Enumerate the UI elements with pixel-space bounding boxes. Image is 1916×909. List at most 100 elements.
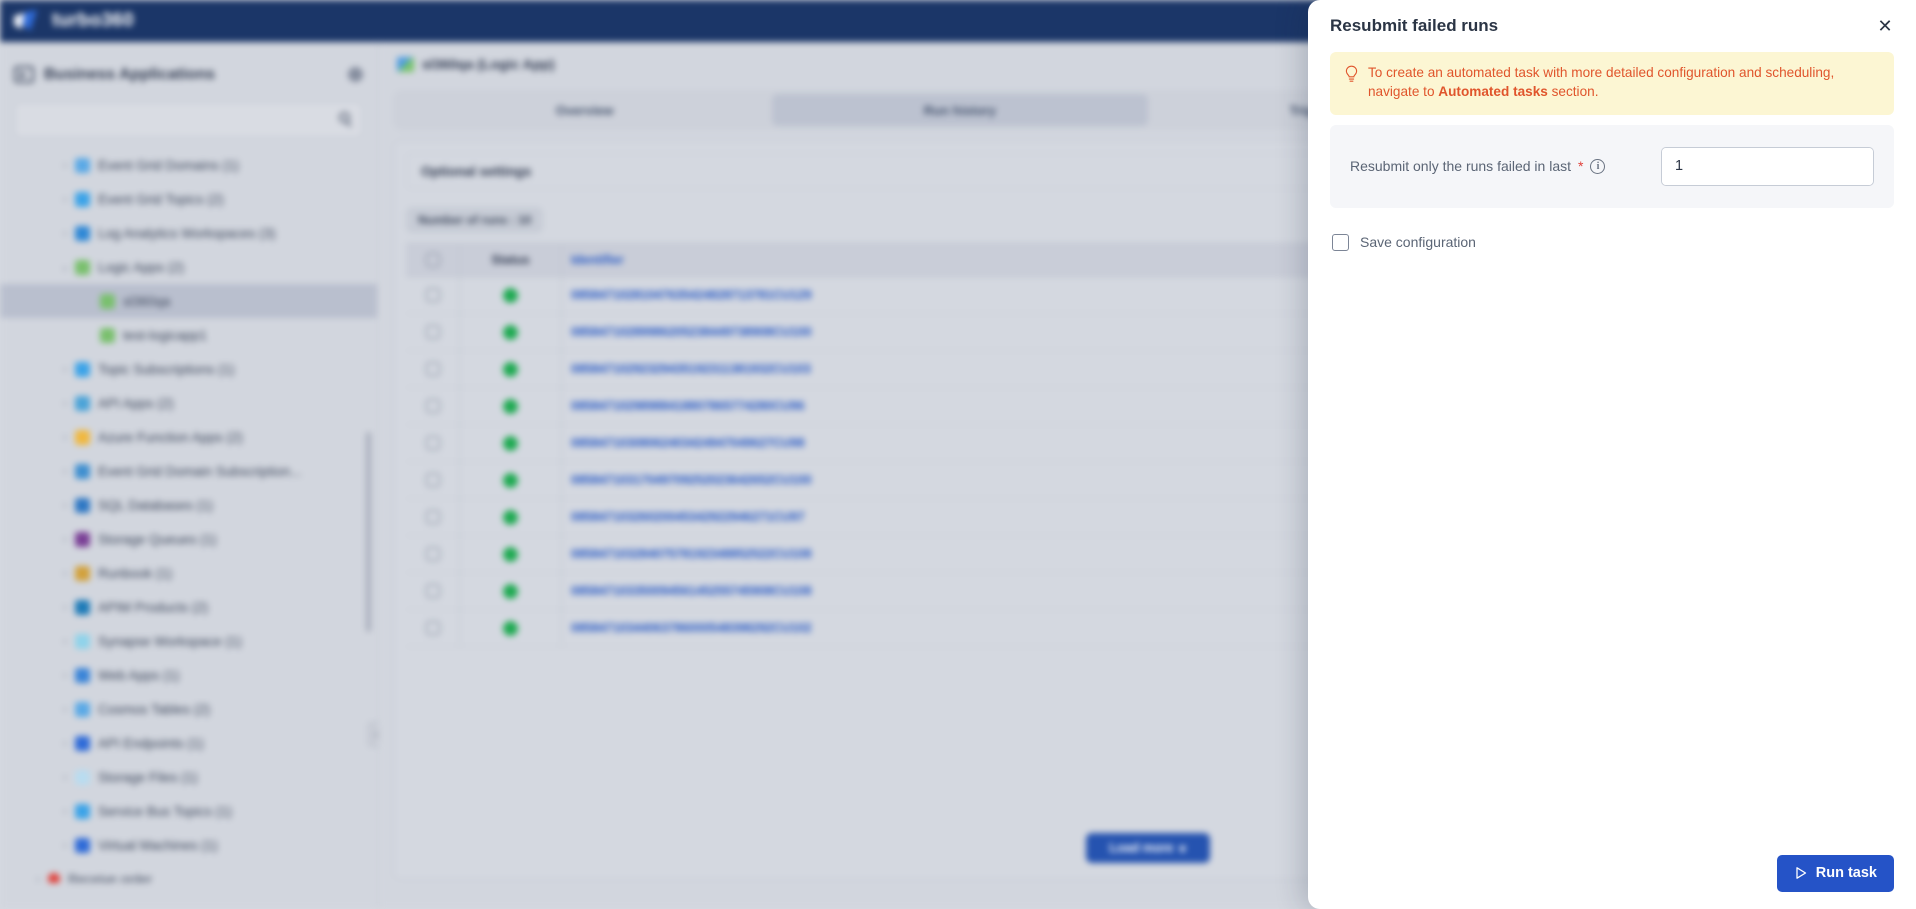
chevron-right-icon[interactable]: › <box>55 398 75 409</box>
run-task-label: Run task <box>1815 865 1877 881</box>
load-more-label: Load more <box>1109 841 1174 855</box>
sidebar-item[interactable]: sl360qa <box>0 284 377 318</box>
run-identifier-link[interactable]: 08584710289986205238449738908CU100 <box>562 325 1032 339</box>
chevron-right-icon[interactable]: › <box>55 534 75 545</box>
chevron-right-icon[interactable]: › <box>55 364 75 375</box>
business-applications-icon <box>14 66 34 83</box>
run-identifier-link[interactable]: 08584710292329435192311381932CU103 <box>562 362 1032 376</box>
resource-type-icon <box>75 225 90 241</box>
run-identifier-link[interactable]: 08584710326020045342922946271CU97 <box>562 510 1032 524</box>
sidebar-item[interactable]: › API Endpoints (1) <box>0 726 377 760</box>
tab-overview[interactable]: Overview <box>397 94 772 126</box>
sidebar-item[interactable]: › Receive order <box>0 862 377 883</box>
sidebar-scrollbar[interactable] <box>366 432 371 632</box>
sidebar-item-label: Virtual Machines (1) <box>98 837 218 853</box>
sidebar-item-label: Event Grid Topics (2) <box>98 191 224 207</box>
status-badge <box>460 287 561 303</box>
chevron-right-icon[interactable]: › <box>55 500 75 511</box>
chevron-right-icon[interactable]: › <box>55 194 75 205</box>
chevron-right-icon[interactable]: › <box>55 772 75 783</box>
sidebar-item[interactable]: › Event Grid Domains (1) <box>0 148 377 182</box>
row-checkbox[interactable] <box>406 510 459 524</box>
sidebar-item[interactable]: › Runbook (1) <box>0 556 377 590</box>
resource-type-icon <box>100 293 115 309</box>
chevron-down-icon: ▾ <box>1179 841 1186 856</box>
sidebar-item[interactable]: › Web Apps (1) <box>0 658 377 692</box>
run-task-button[interactable]: Run task <box>1776 854 1894 892</box>
brand-label: turbo360 <box>52 10 134 31</box>
sidebar-item[interactable]: › Cosmos Tables (2) <box>0 692 377 726</box>
chevron-right-icon[interactable]: › <box>55 840 75 851</box>
chevron-right-icon[interactable]: › <box>55 228 75 239</box>
save-configuration-row[interactable]: Save configuration <box>1330 233 1894 251</box>
chevron-right-icon[interactable]: › <box>55 670 75 681</box>
row-checkbox[interactable] <box>406 399 459 413</box>
sidebar-item-label: Storage Queues (1) <box>98 531 217 547</box>
hours-input[interactable] <box>1662 147 1873 185</box>
run-identifier-link[interactable]: 08584710308062403424947049627CU98 <box>562 436 1032 450</box>
sidebar-item[interactable]: › Log Analytics Workspaces (3) <box>0 216 377 250</box>
row-checkbox[interactable] <box>406 288 459 302</box>
sidebar-item[interactable]: ⌄ Logic Apps (2) <box>0 250 377 284</box>
row-checkbox[interactable] <box>406 362 459 376</box>
info-icon[interactable]: i <box>1590 158 1606 174</box>
sidebar-item[interactable]: › SQL Databases (1) <box>0 488 377 522</box>
gear-icon[interactable] <box>348 67 363 82</box>
sidebar-item[interactable]: › Topic Subscriptions (1) <box>0 352 377 386</box>
status-dot-icon <box>48 873 60 883</box>
sidebar-item[interactable]: › API Apps (2) <box>0 386 377 420</box>
lightbulb-icon <box>1344 65 1359 88</box>
run-identifier-link[interactable]: 08584710344063786000548398292CU102 <box>562 621 1032 635</box>
chevron-right-icon[interactable]: › <box>55 738 75 749</box>
chevron-right-icon[interactable]: › <box>55 602 75 613</box>
chevron-right-icon[interactable]: › <box>55 704 75 715</box>
row-checkbox[interactable] <box>406 547 459 561</box>
sidebar-header: Business Applications <box>0 42 377 90</box>
row-checkbox[interactable] <box>406 325 459 339</box>
chevron-right-icon[interactable]: › <box>55 432 75 443</box>
save-configuration-checkbox[interactable] <box>1332 233 1349 251</box>
chevron-down-icon[interactable]: ⌄ <box>55 262 75 273</box>
sidebar-item[interactable]: › Synapse Workspace (1) <box>0 624 377 658</box>
sidebar-item-label: Event Grid Domain Subscription... <box>98 463 302 479</box>
runs-count-chip: Number of runs : 10 <box>406 207 544 233</box>
run-identifier-link[interactable]: 08584710335009456145255745908CU108 <box>562 584 1032 598</box>
chevron-right-icon[interactable]: › <box>55 568 75 579</box>
select-all-checkbox[interactable] <box>406 253 459 267</box>
sidebar-item[interactable]: test-logicapp1 <box>0 318 377 352</box>
sidebar-item-label: Logic Apps (2) <box>98 259 185 275</box>
run-identifier-link[interactable]: 08584710328407578192348852522CU108 <box>562 547 1032 561</box>
sidebar-item[interactable]: › Storage Queues (1) <box>0 522 377 556</box>
tab-run-history[interactable]: Run history <box>772 94 1148 126</box>
resource-type-icon <box>75 531 90 547</box>
chevron-right-icon[interactable]: › <box>55 806 75 817</box>
field-label-group: Resubmit only the runs failed in last * … <box>1350 158 1606 174</box>
status-badge <box>460 435 561 451</box>
chevron-right-icon[interactable]: › <box>55 636 75 647</box>
sidebar-item[interactable]: › APIM Products (2) <box>0 590 377 624</box>
sidebar-item[interactable]: › Service Bus Topics (1) <box>0 794 377 828</box>
row-checkbox[interactable] <box>406 621 459 635</box>
row-checkbox[interactable] <box>406 584 459 598</box>
chevron-right-icon[interactable]: › <box>55 466 75 477</box>
close-icon[interactable]: ✕ <box>1872 13 1898 39</box>
row-checkbox[interactable] <box>406 436 459 450</box>
row-checkbox[interactable] <box>406 473 459 487</box>
app-root: turbo360 Business Applications › Event Gr… <box>0 0 1916 909</box>
sidebar-item[interactable]: › Storage Files (1) <box>0 760 377 794</box>
sidebar-item[interactable]: › Virtual Machines (1) <box>0 828 377 862</box>
sidebar-search-input[interactable] <box>14 102 363 138</box>
run-identifier-link[interactable]: 08584710317049709252023642652CU100 <box>562 473 1032 487</box>
sidebar-item[interactable]: › Azure Function Apps (2) <box>0 420 377 454</box>
resource-type-icon <box>75 667 90 683</box>
chevron-right-icon[interactable]: › <box>55 160 75 171</box>
load-more-button[interactable]: Load more ▾ <box>1085 833 1210 863</box>
resource-type-icon <box>75 429 90 445</box>
run-identifier-link[interactable]: 08584710298988418807865774280CU96 <box>562 399 1032 413</box>
chevron-right-icon[interactable]: › <box>28 874 48 884</box>
sidebar-item-label: Log Analytics Workspaces (3) <box>98 225 276 241</box>
run-identifier-link[interactable]: 08584710281047635424828713781CU129 <box>562 288 1032 302</box>
resource-type-icon <box>75 395 90 411</box>
sidebar-item[interactable]: › Event Grid Domain Subscription... <box>0 454 377 488</box>
sidebar-item[interactable]: › Event Grid Topics (2) <box>0 182 377 216</box>
